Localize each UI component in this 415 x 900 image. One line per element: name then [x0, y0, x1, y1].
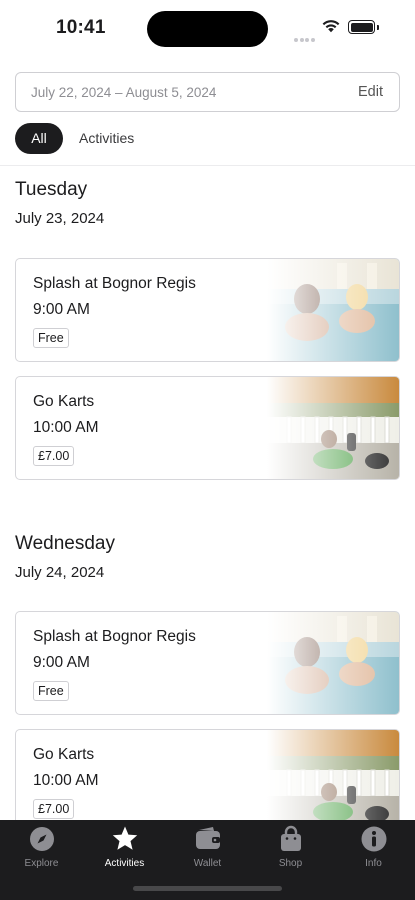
star-icon — [83, 824, 166, 854]
event-card[interactable]: Splash at Bognor Regis 9:00 AM Free — [15, 611, 400, 715]
info-icon — [332, 824, 415, 854]
event-price-badge: Free — [33, 328, 69, 348]
filter-all-chip[interactable]: All — [15, 123, 63, 154]
event-title: Splash at Bognor Regis — [33, 628, 196, 645]
event-price-badge: £7.00 — [33, 799, 75, 819]
tab-info[interactable]: Info — [332, 824, 415, 872]
tab-label: Shop — [278, 858, 303, 869]
event-time: 9:00 AM — [33, 654, 90, 671]
tab-shop[interactable]: Shop — [249, 824, 332, 872]
tab-label: Wallet — [193, 858, 222, 869]
wifi-icon — [321, 18, 341, 38]
tab-explore[interactable]: Explore — [0, 824, 83, 872]
edit-dates-button[interactable]: Edit — [358, 84, 383, 100]
day-date: July 24, 2024 — [15, 564, 105, 581]
wallet-icon — [166, 824, 249, 854]
shopping-bag-icon — [249, 824, 332, 854]
event-time: 10:00 AM — [33, 419, 99, 436]
day-heading: Tuesday — [15, 179, 88, 200]
home-indicator — [133, 886, 282, 891]
go-kart-photo — [267, 730, 399, 832]
event-card[interactable]: Go Karts 10:00 AM £7.00 — [15, 729, 400, 833]
compass-icon — [0, 824, 83, 854]
date-range-field[interactable]: July 22, 2024 – August 5, 2024 Edit — [15, 72, 400, 112]
status-time: 10:41 — [56, 17, 106, 38]
event-time: 10:00 AM — [33, 772, 99, 789]
filter-activities-chip[interactable]: Activities — [79, 123, 134, 154]
tab-label: Explore — [24, 858, 59, 869]
event-price-badge: Free — [33, 681, 69, 701]
event-title: Go Karts — [33, 393, 95, 410]
status-bar: 10:41 — [0, 0, 415, 58]
header-divider — [0, 165, 415, 166]
battery-tip — [377, 25, 379, 30]
event-card[interactable]: Splash at Bognor Regis 9:00 AM Free — [15, 258, 400, 362]
pool-photo — [267, 612, 399, 714]
date-range-text: July 22, 2024 – August 5, 2024 — [31, 85, 217, 100]
tab-wallet[interactable]: Wallet — [166, 824, 249, 872]
tab-label: Activities — [104, 858, 145, 869]
event-time: 9:00 AM — [33, 301, 90, 318]
day-date: July 23, 2024 — [15, 210, 105, 227]
event-card[interactable]: Go Karts 10:00 AM £7.00 — [15, 376, 400, 480]
pool-photo — [267, 259, 399, 361]
event-price-badge: £7.00 — [33, 446, 75, 466]
dynamic-island — [147, 11, 268, 47]
cellular-signal-icon — [294, 29, 316, 42]
event-title: Go Karts — [33, 746, 95, 763]
battery-icon — [348, 20, 375, 34]
event-title: Splash at Bognor Regis — [33, 275, 196, 292]
tab-activities[interactable]: Activities — [83, 824, 166, 872]
tab-label: Info — [365, 858, 382, 869]
day-heading: Wednesday — [15, 533, 115, 554]
go-kart-photo — [267, 377, 399, 479]
